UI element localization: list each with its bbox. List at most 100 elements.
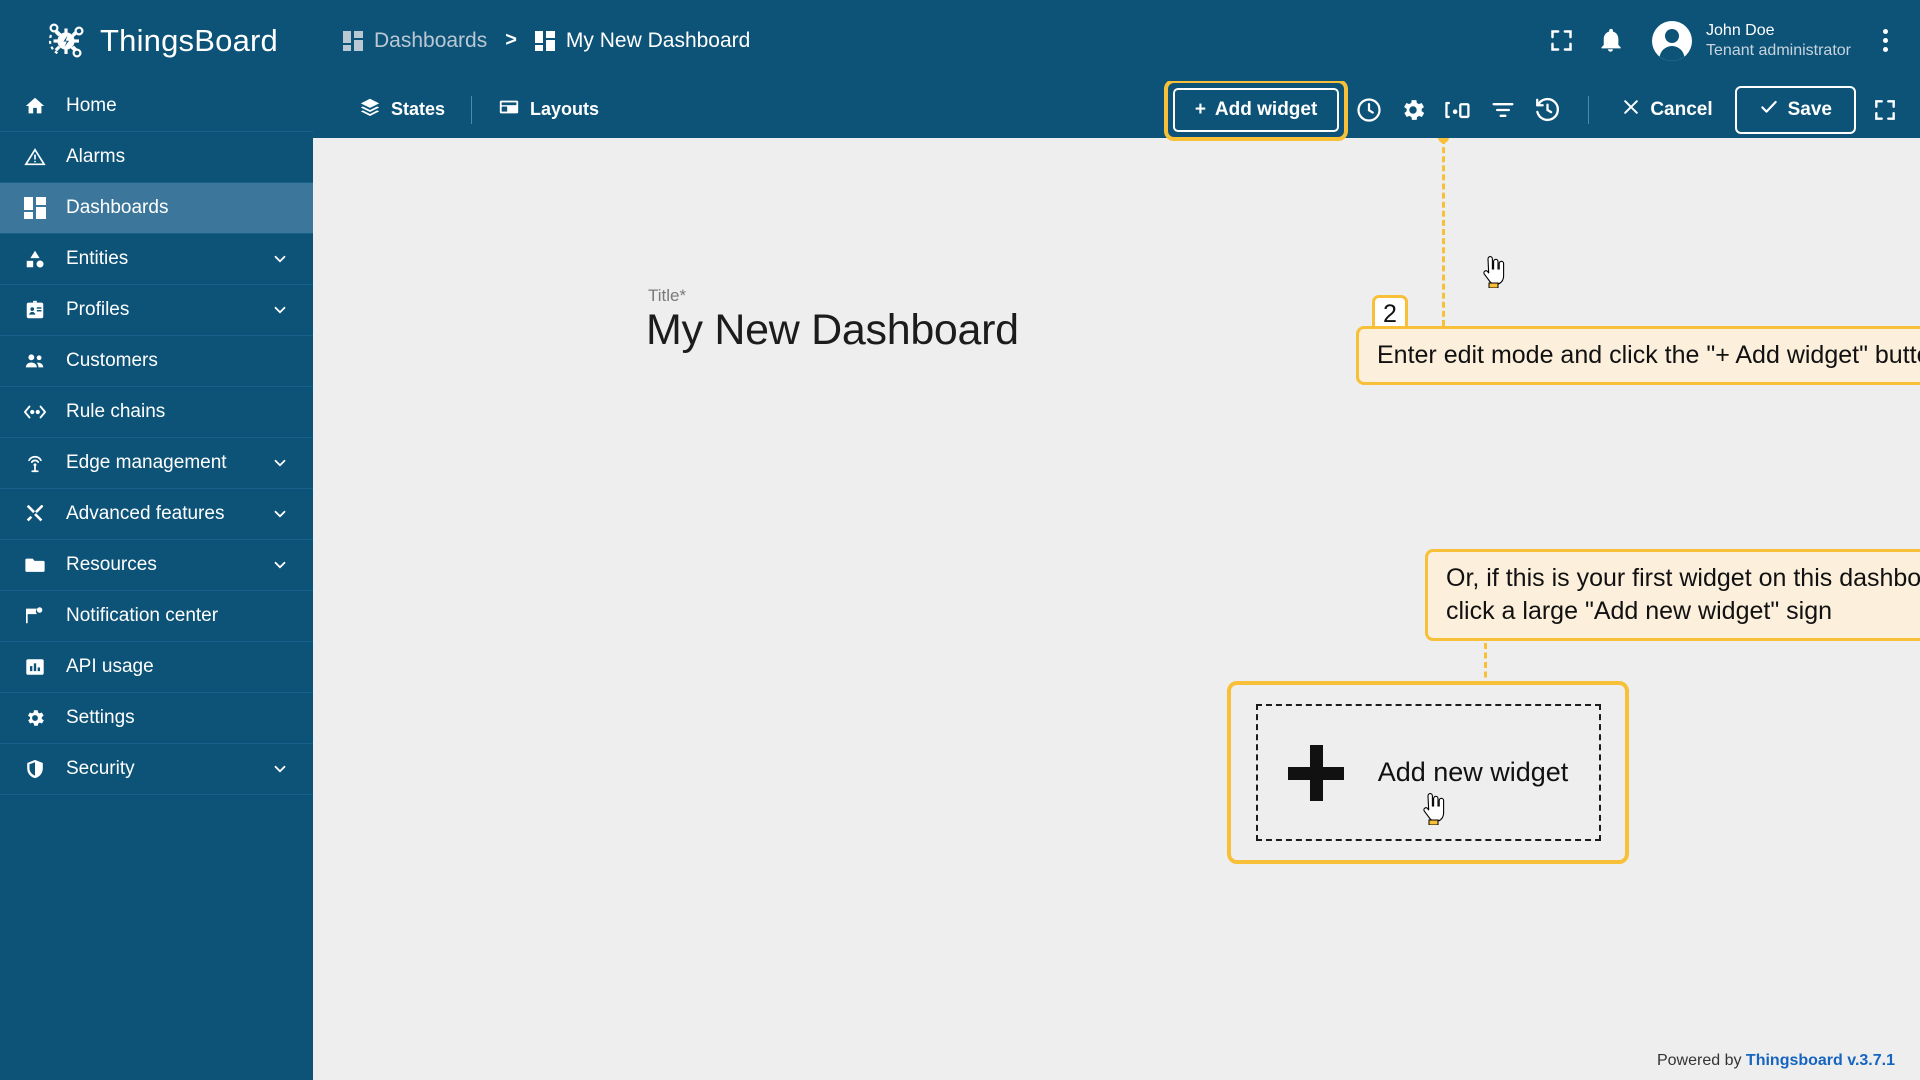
sidebar-item-label: Dashboards: [66, 197, 169, 218]
sidebar-item-edge-management[interactable]: Edge management: [0, 438, 313, 489]
sidebar-item-notification-center[interactable]: Notification center: [0, 591, 313, 642]
sidebar-item-label: Settings: [66, 707, 135, 728]
gear-icon[interactable]: [1399, 96, 1427, 124]
content-area: States Layouts + Add widget Cancel Save …: [313, 78, 1920, 1080]
toolbar-left: States Layouts: [343, 90, 615, 129]
save-label: Save: [1787, 98, 1832, 120]
breadcrumb-label: Dashboards: [374, 28, 488, 52]
kebab-menu-icon[interactable]: [1873, 23, 1898, 58]
sidebar-item-label: Customers: [66, 350, 158, 371]
sidebar-item-label: Advanced features: [66, 503, 225, 524]
sidebar-item-label: Security: [66, 758, 135, 779]
layouts-button[interactable]: Layouts: [482, 90, 615, 129]
cancel-button[interactable]: Cancel: [1615, 93, 1718, 127]
fullscreen-icon[interactable]: [1548, 27, 1575, 54]
layers-icon: [359, 96, 381, 123]
sidebar-item-profiles[interactable]: Profiles: [0, 285, 313, 336]
sidebar-item-customers[interactable]: Customers: [0, 336, 313, 387]
sidebar-item-dashboards[interactable]: Dashboards: [0, 183, 313, 234]
save-button[interactable]: Save: [1734, 85, 1856, 134]
add-widget-label: Add widget: [1214, 98, 1318, 120]
dashboard-title-value[interactable]: My New Dashboard: [646, 306, 1019, 355]
user-role: Tenant administrator: [1706, 41, 1851, 59]
sidebar-item-label: Profiles: [66, 299, 130, 320]
callout-1-leader-dot: [1438, 138, 1449, 143]
sidebar-item-label: Entities: [66, 248, 129, 269]
mouse-cursor-add-widget: [1481, 256, 1507, 289]
footer: Powered by Thingsboard v.3.7.1: [1657, 1052, 1895, 1070]
check-icon: [1759, 97, 1779, 123]
states-button[interactable]: States: [343, 90, 461, 129]
brand-area[interactable]: ThingsBoard: [0, 0, 313, 81]
plus-icon: [1287, 744, 1344, 801]
toolbar-divider: [471, 95, 473, 124]
add-new-widget-dropzone[interactable]: Add new widget: [1255, 704, 1601, 841]
tools-icon: [22, 503, 48, 525]
chevron-down-icon[interactable]: [269, 250, 291, 268]
sidebar-item-label: API usage: [66, 656, 154, 677]
sidebar-item-advanced-features[interactable]: Advanced features: [0, 489, 313, 540]
sidebar-item-entities[interactable]: Entities: [0, 234, 313, 285]
add-new-widget-panel[interactable]: Add new widget: [1227, 681, 1629, 864]
user-menu[interactable]: John Doe Tenant administrator: [1652, 20, 1851, 61]
dashboard-grid-icon: [534, 30, 555, 51]
brand-name: ThingsBoard: [100, 22, 278, 58]
add-new-widget-label: Add new widget: [1377, 757, 1569, 787]
callout-1-leader-line: [1442, 138, 1445, 326]
devices-icon[interactable]: [1443, 96, 1473, 124]
layouts-label: Layouts: [530, 99, 600, 119]
entities-icon: [22, 248, 48, 270]
sidebar-item-home[interactable]: Home: [0, 81, 313, 132]
sidebar-item-settings[interactable]: Settings: [0, 693, 313, 744]
chevron-down-icon[interactable]: [269, 301, 291, 319]
gear-icon: [22, 707, 48, 729]
sidebar-item-label: Home: [66, 95, 117, 116]
cancel-label: Cancel: [1650, 98, 1713, 120]
sidebar: Home Alarms Dashboards Entities Profiles…: [0, 81, 313, 1080]
chevron-down-icon[interactable]: [269, 505, 291, 523]
fullscreen-icon[interactable]: [1872, 97, 1898, 123]
add-widget-wrapper: + Add widget: [1163, 78, 1349, 141]
sidebar-item-label: Notification center: [66, 605, 219, 626]
toolbar-right: + Add widget Cancel Save: [1163, 78, 1898, 141]
shield-icon: [22, 758, 48, 780]
dashboard-title-label: Title*: [648, 286, 687, 305]
customers-people-icon: [22, 350, 48, 372]
footer-version-link[interactable]: Thingsboard v.3.7.1: [1746, 1052, 1895, 1069]
breadcrumb-item-my-new-dashboard[interactable]: My New Dashboard: [534, 29, 750, 53]
toolbar-divider: [1588, 95, 1590, 124]
sidebar-item-resources[interactable]: Resources: [0, 540, 313, 591]
callout-1: Enter edit mode and click the "+ Add wid…: [1356, 326, 1920, 385]
chevron-down-icon[interactable]: [269, 760, 291, 778]
header-actions: John Doe Tenant administrator: [1548, 20, 1898, 61]
bell-icon[interactable]: [1597, 27, 1624, 54]
top-header: ThingsBoard Dashboards > My New Dashboar…: [0, 0, 1920, 81]
history-restore-icon[interactable]: [1533, 95, 1562, 124]
user-avatar-icon: [1652, 20, 1693, 61]
thingsboard-bug-logo-icon: [44, 19, 88, 63]
sidebar-item-api-usage[interactable]: API usage: [0, 642, 313, 693]
sidebar-item-label: Edge management: [66, 452, 227, 473]
clock-icon[interactable]: [1355, 96, 1383, 124]
sidebar-item-alarms[interactable]: Alarms: [0, 132, 313, 183]
api-usage-chart-icon: [22, 656, 48, 678]
edge-antenna-icon: [22, 452, 48, 474]
callout-2: Or, if this is your first widget on this…: [1425, 549, 1920, 641]
breadcrumb-item-dashboards[interactable]: Dashboards: [343, 29, 487, 53]
user-name: John Doe: [1706, 21, 1775, 39]
sidebar-item-rule-chains[interactable]: Rule chains: [0, 387, 313, 438]
home-icon: [22, 95, 48, 117]
breadcrumb: Dashboards > My New Dashboard: [343, 29, 750, 53]
notification-flag-icon: [22, 605, 48, 627]
sidebar-item-label: Alarms: [66, 146, 126, 167]
body: Home Alarms Dashboards Entities Profiles…: [0, 78, 1920, 1080]
add-widget-button[interactable]: + Add widget: [1172, 87, 1340, 132]
chevron-down-icon[interactable]: [269, 556, 291, 574]
footer-prefix: Powered by: [1656, 1052, 1746, 1069]
filter-icon[interactable]: [1489, 96, 1517, 124]
folder-icon: [22, 554, 48, 576]
chevron-down-icon[interactable]: [269, 454, 291, 472]
dashboard-grid-icon: [22, 197, 48, 219]
sidebar-item-label: Rule chains: [66, 401, 166, 422]
sidebar-item-security[interactable]: Security: [0, 744, 313, 795]
